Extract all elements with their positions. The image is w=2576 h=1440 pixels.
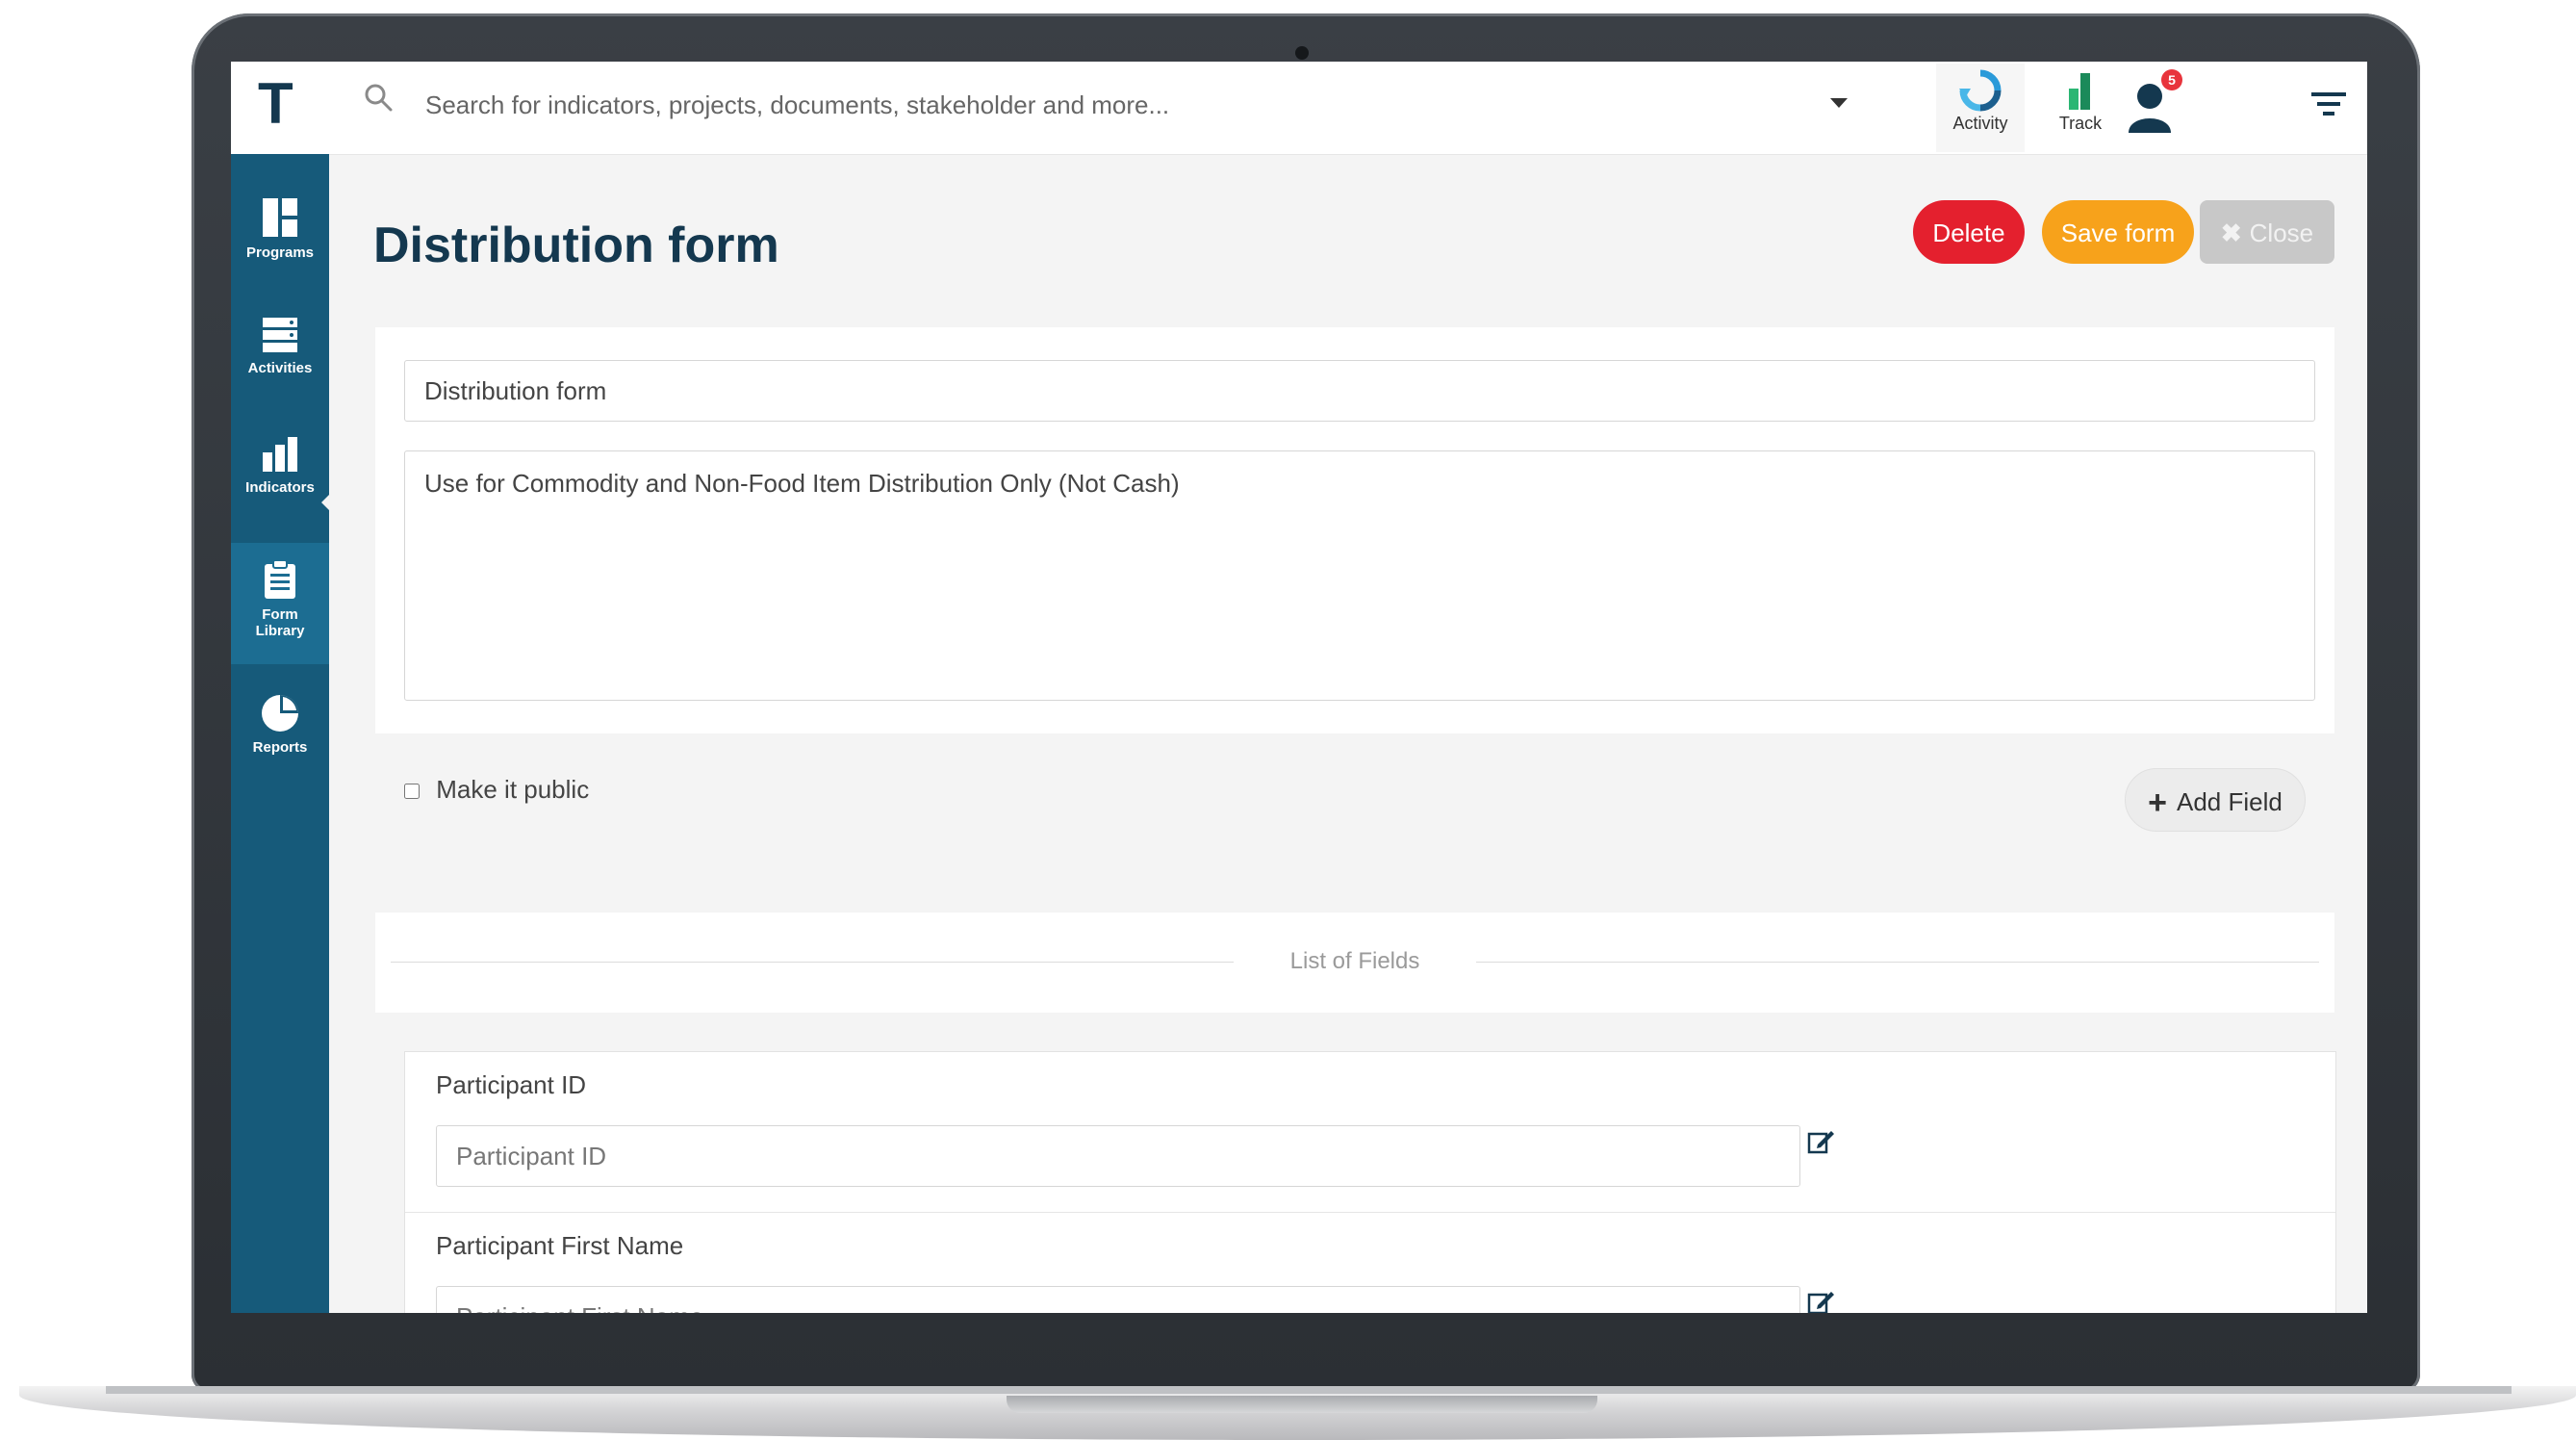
track-label: Track bbox=[2058, 114, 2103, 133]
sidebar-item-label-line1: Form bbox=[262, 606, 298, 623]
divider-line-left bbox=[391, 962, 1234, 963]
track-chart-icon bbox=[2069, 73, 2090, 110]
form-details-card: Use for Commodity and Non-Food Item Dist… bbox=[375, 327, 2334, 733]
laptop-camera bbox=[1295, 46, 1309, 60]
list-of-fields-title: List of Fields bbox=[1289, 948, 1420, 974]
save-form-button[interactable]: Save form bbox=[2042, 200, 2194, 264]
refresh-icon bbox=[1959, 69, 2002, 112]
delete-button[interactable]: Delete bbox=[1913, 200, 2025, 264]
track-button[interactable]: Track bbox=[2036, 64, 2125, 152]
sidebar-item-label: Reports bbox=[252, 739, 308, 756]
field-item: Participant First Name bbox=[405, 1212, 2335, 1313]
plus-icon: + bbox=[2148, 784, 2167, 821]
indicators-icon bbox=[263, 437, 297, 472]
sidebar-item-activities[interactable]: Activities bbox=[231, 316, 329, 376]
field-preview-input[interactable] bbox=[436, 1125, 1800, 1187]
search-icon bbox=[365, 84, 393, 112]
chevron-down-icon[interactable] bbox=[1828, 96, 1849, 110]
field-preview-input[interactable] bbox=[436, 1286, 1800, 1313]
make-public-checkbox[interactable] bbox=[404, 784, 420, 800]
edit-icon[interactable] bbox=[1806, 1288, 1835, 1313]
programs-icon bbox=[263, 198, 297, 237]
sidebar-item-reports[interactable]: Reports bbox=[231, 693, 329, 756]
sidebar-item-label-line2: Library bbox=[255, 623, 305, 639]
field-label: Participant First Name bbox=[436, 1231, 684, 1260]
sidebar-item-indicators[interactable]: Indicators bbox=[231, 435, 329, 496]
fields-list: Participant ID Participant First Name bbox=[404, 1051, 2336, 1313]
activity-button[interactable]: Activity bbox=[1936, 64, 2025, 152]
make-public-option[interactable]: Make it public bbox=[404, 770, 589, 809]
form-name-input[interactable] bbox=[404, 360, 2315, 422]
sidebar-item-label: Programs bbox=[245, 244, 315, 261]
laptop-base bbox=[19, 1386, 2576, 1440]
close-icon: ✖ bbox=[2220, 219, 2242, 247]
divider-line-right bbox=[1476, 962, 2319, 963]
page-title: Distribution form bbox=[373, 218, 779, 273]
active-item-pointer bbox=[321, 493, 331, 512]
laptop-hinge bbox=[106, 1386, 2512, 1394]
filter-menu-icon[interactable] bbox=[2309, 87, 2348, 121]
make-public-label: Make it public bbox=[436, 775, 590, 804]
sidebar-item-form-library[interactable]: Form Library bbox=[231, 543, 329, 664]
sidebar-item-label: Activities bbox=[247, 360, 313, 376]
list-of-fields-header: List of Fields bbox=[375, 913, 2334, 1013]
field-label: Participant ID bbox=[436, 1070, 587, 1099]
activities-icon bbox=[263, 318, 297, 352]
clipboard-icon bbox=[265, 559, 295, 599]
search-input[interactable] bbox=[423, 83, 1986, 127]
form-description-input[interactable]: Use for Commodity and Non-Food Item Dist… bbox=[404, 450, 2315, 701]
field-item: Participant ID bbox=[405, 1052, 2335, 1212]
laptop-opening-notch bbox=[1007, 1396, 1597, 1413]
app-logo[interactable]: T bbox=[258, 75, 304, 133]
close-button[interactable]: ✖ Close bbox=[2200, 200, 2334, 264]
pie-chart-icon bbox=[262, 695, 298, 732]
activity-label: Activity bbox=[1952, 114, 2008, 133]
sidebar-item-programs[interactable]: Programs bbox=[231, 196, 329, 261]
app-screen: T Activity Track bbox=[231, 62, 2367, 1313]
close-label: Close bbox=[2249, 219, 2314, 247]
top-bar: T Activity Track bbox=[231, 62, 2367, 155]
sidebar: Programs Activities Indicators Form Libr… bbox=[231, 154, 329, 1313]
add-field-button[interactable]: + Add Field bbox=[2125, 768, 2306, 832]
user-menu[interactable]: 5 bbox=[2125, 69, 2192, 142]
add-field-label: Add Field bbox=[2177, 787, 2283, 816]
notification-badge: 5 bbox=[2161, 69, 2182, 90]
edit-icon[interactable] bbox=[1806, 1127, 1835, 1156]
sidebar-item-label: Indicators bbox=[245, 479, 315, 496]
